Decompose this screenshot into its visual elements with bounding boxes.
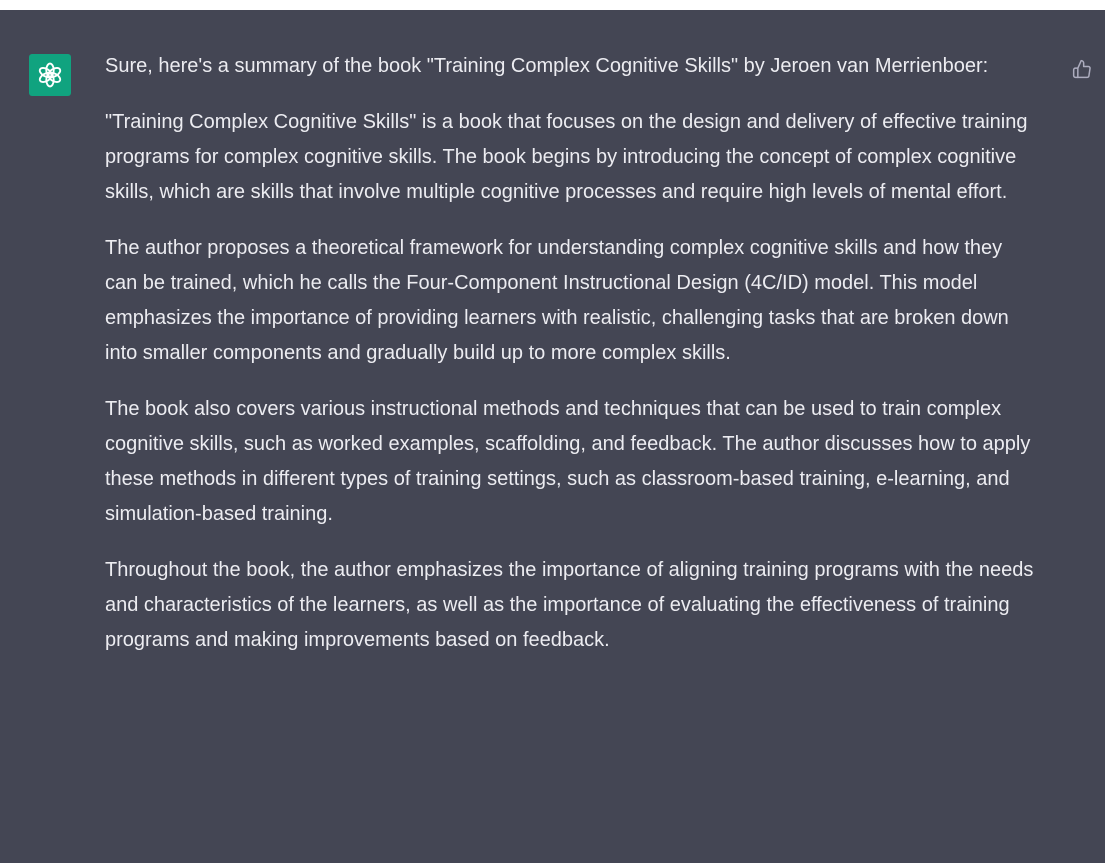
message-content: Sure, here's a summary of the book "Trai… — [105, 49, 1035, 679]
assistant-avatar — [29, 54, 71, 96]
message-paragraph: Throughout the book, the author emphasiz… — [105, 559, 1034, 651]
feedback-buttons — [1069, 56, 1105, 82]
thumbs-up-icon — [1072, 59, 1091, 79]
message-paragraph: "Training Complex Cognitive Skills" is a… — [105, 111, 1028, 203]
message-paragraph: The author proposes a theoretical framew… — [105, 237, 1009, 364]
message-paragraph: The book also covers various instruction… — [105, 398, 1031, 525]
assistant-message: Sure, here's a summary of the book "Trai… — [0, 10, 1105, 863]
top-band — [0, 0, 1105, 10]
thumbs-up-button[interactable] — [1069, 56, 1095, 82]
openai-logo-icon — [38, 62, 62, 88]
message-paragraph: Sure, here's a summary of the book "Trai… — [105, 55, 989, 77]
